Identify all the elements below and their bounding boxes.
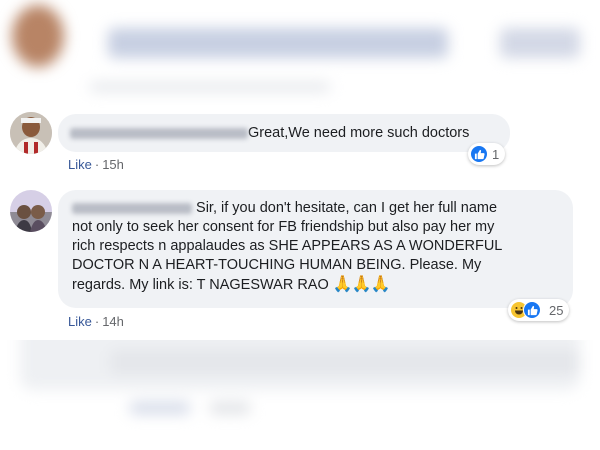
comment-time[interactable]: 14h bbox=[102, 314, 124, 329]
reaction-summary[interactable]: 25 bbox=[508, 299, 570, 321]
comment-line-1: Sir, if you don't hesitate, can I get he… bbox=[196, 200, 498, 216]
meta-separator: · bbox=[94, 157, 100, 172]
blurred-post-header bbox=[0, 0, 600, 112]
comment-meta: Like · 14h bbox=[68, 314, 124, 329]
avatar-photo-icon bbox=[10, 190, 52, 232]
comment-bubble: Great,We need more such doctors bbox=[58, 114, 510, 152]
like-link[interactable]: Like bbox=[68, 314, 92, 329]
blurred-time bbox=[210, 402, 250, 414]
blurred-meta bbox=[90, 82, 330, 92]
like-link[interactable]: Like bbox=[68, 157, 92, 172]
blurred-name bbox=[108, 28, 448, 58]
author-name-blurred[interactable] bbox=[70, 127, 248, 139]
comment-line-2: not only to seek her consent for FB frie… bbox=[72, 219, 495, 235]
comment-time[interactable]: 15h bbox=[102, 157, 124, 172]
comment-line-3: rich respects n appalaudes as SHE APPEAR… bbox=[72, 238, 503, 254]
blurred-text bbox=[110, 350, 580, 374]
blurred-extra bbox=[500, 28, 580, 58]
comment-bubble: Sir, if you don't hesitate, can I get he… bbox=[58, 190, 573, 308]
blurred-next-comment bbox=[0, 340, 600, 450]
avatar-photo-icon bbox=[10, 112, 52, 154]
commenter-avatar[interactable] bbox=[10, 112, 52, 154]
meta-separator: · bbox=[94, 314, 100, 329]
comment-meta: Like · 15h bbox=[68, 157, 124, 172]
commenter-avatar[interactable] bbox=[10, 190, 52, 232]
comment-text: Great,We need more such doctors bbox=[248, 125, 470, 141]
comment-line-4: DOCTOR N A HEART-TOUCHING HUMAN BEING. P… bbox=[72, 257, 482, 273]
like-icon bbox=[523, 301, 541, 319]
like-icon bbox=[470, 145, 488, 163]
reaction-summary[interactable]: 1 bbox=[468, 143, 506, 165]
reaction-count: 1 bbox=[492, 146, 500, 162]
blurred-avatar bbox=[12, 5, 64, 67]
author-name-blurred[interactable] bbox=[72, 202, 192, 214]
praying-hands-emoji: 🙏🙏🙏 bbox=[332, 276, 391, 293]
comment-line-5: regards. My link is: T NAGESWAR RAO bbox=[72, 277, 329, 293]
blurred-like bbox=[130, 402, 190, 414]
reaction-count: 25 bbox=[549, 302, 564, 318]
